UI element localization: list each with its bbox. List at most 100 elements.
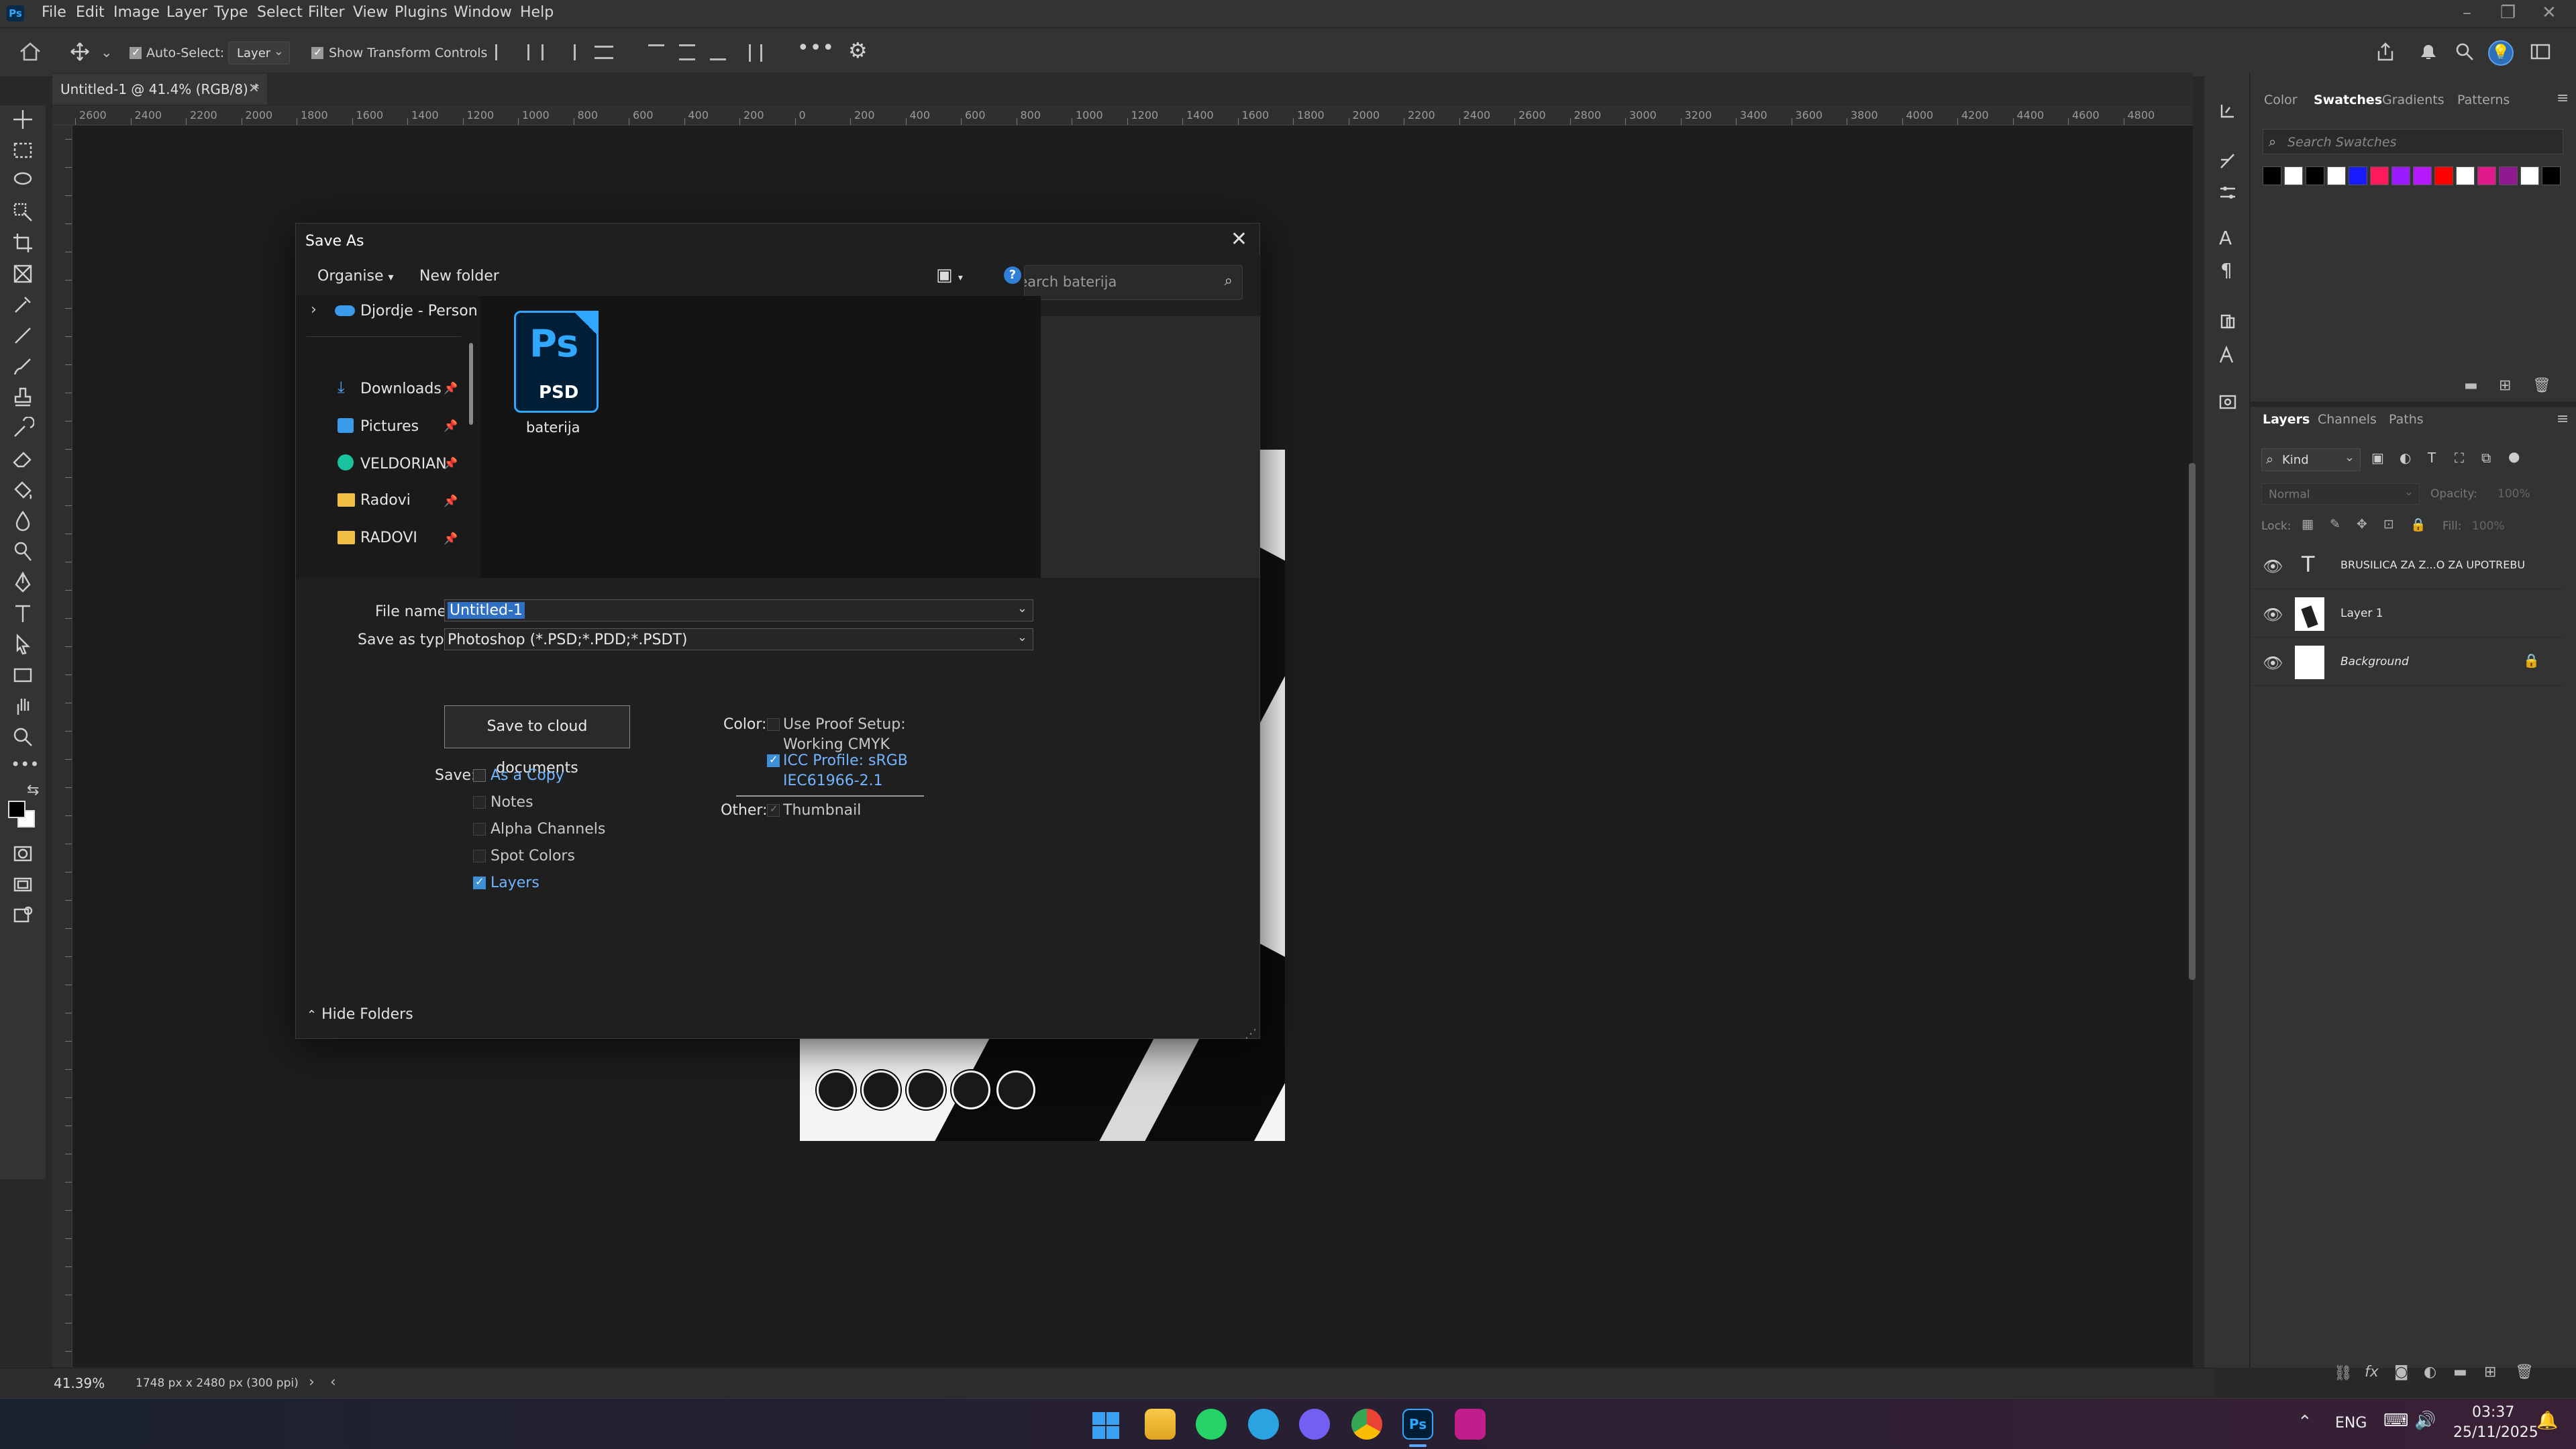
tray-chevron-icon[interactable]: ⌃	[2298, 1412, 2312, 1432]
quick-mask-icon[interactable]	[11, 842, 34, 865]
more-options-icon[interactable]: •••	[797, 36, 835, 60]
file-item-baterija[interactable]: Ps PSD baterija	[507, 304, 599, 438]
swatches-search[interactable]: ⌕ Search Swatches	[2263, 129, 2563, 154]
menu-edit[interactable]: Edit	[76, 4, 105, 21]
color-swatch[interactable]	[2542, 166, 2561, 185]
properties-panel-icon[interactable]	[2218, 311, 2238, 332]
telegram-icon[interactable]	[1248, 1409, 1279, 1440]
align-bottom-icon[interactable]	[710, 44, 726, 60]
tab-swatches[interactable]: Swatches	[2314, 93, 2382, 107]
workspace-icon[interactable]	[2530, 42, 2551, 62]
notification-icon[interactable]: 🔔	[2536, 1411, 2558, 1431]
discover-lightbulb-icon[interactable]: 💡	[2488, 40, 2514, 66]
close-tab-icon[interactable]: ✕	[248, 80, 260, 96]
tab-patterns[interactable]: Patterns	[2457, 93, 2510, 107]
visibility-eye-icon[interactable]: 👁	[2263, 654, 2283, 672]
document-tab[interactable]: Untitled-1 @ 41.4% (RGB/8) * ✕	[52, 74, 267, 105]
screen-mode-icon[interactable]	[11, 873, 34, 896]
pin-icon[interactable]: 📌	[444, 419, 458, 433]
view-options-icon[interactable]: ▣ ▾	[936, 265, 963, 285]
move-tool-icon[interactable]	[11, 108, 34, 131]
chevron-down-icon[interactable]: ⌄	[1017, 601, 1027, 615]
photoshop-taskbar-icon[interactable]: Ps	[1402, 1409, 1433, 1440]
save-as-type-dropdown[interactable]: Photoshop (*.PSD;*.PDD;*.PSDT) ⌄	[444, 628, 1033, 650]
pin-icon[interactable]: 📌	[444, 495, 458, 508]
layers-label[interactable]: Layers	[491, 875, 539, 891]
menu-image[interactable]: Image	[113, 4, 160, 21]
generative-tool-icon[interactable]	[11, 904, 34, 927]
color-swatch[interactable]	[2499, 166, 2518, 185]
rectangle-tool-icon[interactable]	[11, 664, 34, 687]
photoshop-logo-icon[interactable]: Ps	[7, 5, 24, 21]
brush-tool-icon[interactable]	[11, 355, 34, 378]
color-swatch[interactable]	[2391, 166, 2410, 185]
type-filter-icon[interactable]: T	[2428, 450, 2436, 466]
clone-stamp-tool-icon[interactable]	[11, 386, 34, 409]
menu-help[interactable]: Help	[520, 4, 554, 21]
volume-icon[interactable]: 🔊	[2414, 1411, 2436, 1431]
menu-type[interactable]: Type	[214, 4, 248, 21]
bell-icon[interactable]	[2418, 42, 2438, 62]
chrome-icon[interactable]	[1351, 1409, 1382, 1440]
as-a-copy-label[interactable]: As a Copy	[491, 767, 564, 784]
icc-profile-checkbox[interactable]	[767, 753, 780, 767]
swap-colors-icon[interactable]: ⇆	[27, 782, 39, 799]
menu-plugins[interactable]: Plugins	[395, 4, 448, 21]
auto-select-dropdown[interactable]: Layer ⌄	[228, 42, 290, 64]
color-swatch[interactable]	[2370, 166, 2389, 185]
character-panel-icon[interactable]: A	[2219, 227, 2232, 249]
windows-start-icon[interactable]	[1091, 1411, 1121, 1440]
history-panel-icon[interactable]	[2218, 101, 2238, 121]
color-swatch[interactable]	[2349, 166, 2367, 185]
nav-item-radovi-caps[interactable]: RADOVI	[360, 530, 417, 546]
new-layer-icon[interactable]: ⊞	[2484, 1364, 2496, 1381]
blur-tool-icon[interactable]	[11, 509, 34, 532]
resize-grip-icon[interactable]: ⋰	[1245, 1027, 1257, 1041]
lock-position-icon[interactable]: ✥	[2357, 517, 2367, 532]
filter-toggle-icon[interactable]: ●	[2508, 448, 2520, 464]
menu-filter[interactable]: Filter	[308, 4, 344, 21]
home-icon[interactable]	[19, 42, 42, 62]
chevron-left-icon[interactable]: ‹	[330, 1374, 336, 1391]
align-left-icon[interactable]	[495, 44, 511, 60]
tab-channels[interactable]: Channels	[2318, 412, 2377, 427]
new-folder-button[interactable]: New folder	[419, 268, 499, 285]
whatsapp-icon[interactable]	[1196, 1409, 1227, 1440]
menu-window[interactable]: Window	[454, 4, 512, 21]
frame-tool-icon[interactable]	[11, 262, 34, 285]
file-name-input[interactable]: Untitled-1 ⌄	[444, 599, 1033, 621]
close-window-icon[interactable]: ✕	[2542, 3, 2557, 23]
align-right-icon[interactable]	[560, 44, 576, 60]
paragraph-panel-icon[interactable]: ¶	[2220, 259, 2232, 281]
nav-item-pictures[interactable]: Pictures	[360, 418, 419, 435]
hide-folders-button[interactable]: ⌃ Hide Folders	[307, 1006, 413, 1023]
new-group-icon[interactable]: ▬	[2464, 377, 2478, 394]
color-swatch[interactable]	[2306, 166, 2324, 185]
pixel-filter-icon[interactable]: ▣	[2371, 450, 2384, 466]
network-icon[interactable]: ⌨	[2383, 1411, 2409, 1431]
layer-style-icon[interactable]: fx	[2365, 1364, 2379, 1381]
color-swatch[interactable]	[2284, 166, 2303, 185]
link-layers-icon[interactable]: ⛓	[2334, 1365, 2353, 1382]
zoom-level[interactable]: 41.39%	[54, 1375, 105, 1391]
share-icon[interactable]	[2375, 42, 2395, 62]
menu-select[interactable]: Select	[257, 4, 303, 21]
nav-item-onedrive[interactable]: Djordje - Person	[360, 303, 478, 319]
history-brush-tool-icon[interactable]	[11, 417, 34, 440]
color-swatch[interactable]	[2456, 166, 2475, 185]
layers-checkbox[interactable]	[473, 875, 486, 889]
layer-row-text[interactable]: 👁 T BRUSILICA ZA Z...O ZA UPOTREBU	[2251, 542, 2563, 589]
layers-panel-menu-icon[interactable]: ≡	[2557, 411, 2569, 428]
adjustment-layer-icon[interactable]: ◐	[2424, 1364, 2436, 1381]
healing-brush-tool-icon[interactable]	[11, 324, 34, 347]
tab-paths[interactable]: Paths	[2389, 412, 2424, 427]
menu-view[interactable]: View	[353, 4, 388, 21]
tab-gradients[interactable]: Gradients	[2382, 93, 2444, 107]
layer-row-layer1[interactable]: 👁 Layer 1	[2251, 591, 2563, 638]
delete-swatch-icon[interactable]: 🗑	[2532, 377, 2551, 394]
color-swatch[interactable]	[2477, 166, 2496, 185]
libraries-panel-icon[interactable]	[2218, 392, 2238, 412]
hand-tool-icon[interactable]	[11, 695, 34, 717]
help-icon[interactable]: ?	[1004, 266, 1021, 284]
paint-bucket-tool-icon[interactable]	[11, 479, 34, 501]
